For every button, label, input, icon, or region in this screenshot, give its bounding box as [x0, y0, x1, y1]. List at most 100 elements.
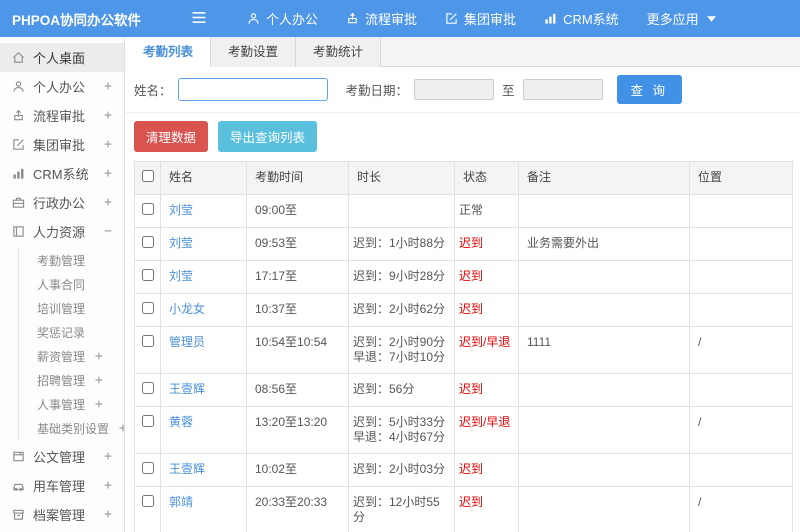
- status-badge: 迟到: [459, 382, 484, 396]
- menu-icon: [191, 11, 207, 27]
- status-badge: 迟到: [459, 236, 484, 250]
- sidebar-subitem[interactable]: 奖惩记录: [19, 320, 124, 344]
- row-checkbox[interactable]: [141, 382, 154, 394]
- table-row: 黄蓉 13:20至13:20 迟到：5小时33分 早退：4小时67分 迟到/早退 /: [134, 406, 793, 454]
- sidebar-item[interactable]: 公文管理 +: [0, 442, 124, 471]
- sidebar-item-label: 集团审批: [33, 138, 86, 153]
- expander-icon[interactable]: +: [95, 397, 103, 412]
- expander-icon[interactable]: +: [119, 421, 124, 436]
- sidebar-item[interactable]: CRM系统 +: [0, 159, 124, 188]
- attendance-time: 17:17至: [246, 260, 349, 294]
- sidebar-item[interactable]: 个人桌面: [0, 43, 124, 72]
- sidebar-subitem-label: 考勤管理: [37, 253, 86, 268]
- export-list-button[interactable]: 导出查询列表: [218, 121, 318, 152]
- sidebar-item[interactable]: 档案管理 +: [0, 500, 124, 529]
- sidebar-subitem[interactable]: 人事管理 +: [19, 392, 124, 416]
- sidebar-item[interactable]: 集团审批 +: [0, 130, 124, 159]
- nav-item[interactable]: 流程审批: [332, 0, 431, 37]
- expander-icon[interactable]: +: [104, 449, 112, 464]
- location: [689, 194, 793, 228]
- date-to-input[interactable]: [522, 79, 603, 100]
- person-icon: [12, 80, 25, 93]
- column-header: 考勤时间: [246, 161, 349, 195]
- sidebar-subitem[interactable]: 考勤管理: [19, 248, 124, 272]
- name-input[interactable]: [177, 78, 328, 101]
- employee-name-link[interactable]: 刘莹: [169, 203, 193, 217]
- nav-item[interactable]: 个人办公: [233, 0, 332, 37]
- row-checkbox[interactable]: [141, 415, 154, 427]
- sidebar-submenu: 考勤管理人事合同培训管理奖惩记录薪资管理 + 招聘管理 + 人事管理 + 基础类别设置 +: [18, 248, 124, 440]
- row-checkbox[interactable]: [141, 335, 154, 347]
- expander-icon[interactable]: +: [104, 195, 112, 210]
- employee-name-link[interactable]: 小龙女: [169, 302, 205, 316]
- expander-icon[interactable]: +: [104, 507, 112, 522]
- row-checkbox[interactable]: [141, 236, 154, 248]
- row-checkbox[interactable]: [141, 462, 154, 474]
- person-icon: [247, 12, 260, 25]
- employee-name-link[interactable]: 刘莹: [169, 236, 193, 250]
- car-icon: [12, 479, 25, 492]
- row-checkbox[interactable]: [141, 269, 154, 281]
- employee-name-link[interactable]: 郭靖: [169, 495, 193, 509]
- expander-icon[interactable]: +: [95, 373, 103, 388]
- sidebar-item[interactable]: 人力资源 −: [0, 217, 124, 246]
- status-badge: 正常: [459, 203, 484, 217]
- search-button[interactable]: 查 询: [616, 75, 683, 104]
- sidebar-subitem[interactable]: 基础类别设置 +: [19, 416, 124, 440]
- caret-down-icon: [706, 15, 716, 22]
- expander-icon[interactable]: +: [104, 166, 112, 181]
- tab-inactive[interactable]: 考勤设置: [211, 37, 297, 67]
- sidebar-subitem[interactable]: 招聘管理 +: [19, 368, 124, 392]
- date-from-input[interactable]: [414, 79, 495, 100]
- expander-icon[interactable]: +: [95, 349, 103, 364]
- remark: [518, 293, 690, 327]
- expander-icon[interactable]: +: [104, 79, 112, 94]
- expander-icon[interactable]: +: [104, 137, 112, 152]
- sidebar-subitem-label: 招聘管理: [37, 373, 86, 388]
- nav-item[interactable]: CRM系统: [530, 0, 633, 37]
- row-checkbox[interactable]: [141, 495, 154, 507]
- sidebar-item[interactable]: 用车管理 +: [0, 471, 124, 500]
- attendance-time: 09:53至: [246, 227, 349, 261]
- employee-name-link[interactable]: 王壹辉: [169, 382, 205, 396]
- nav-item[interactable]: 更多应用: [633, 0, 730, 37]
- archive-icon: [12, 508, 25, 521]
- employee-name-link[interactable]: 黄蓉: [169, 415, 193, 429]
- duration: 迟到：5小时33分 早退：4小时67分: [348, 406, 455, 454]
- sidebar-item[interactable]: 流程审批 +: [0, 101, 124, 130]
- sidebar-subitem[interactable]: 人事合同: [19, 272, 124, 296]
- clean-data-button[interactable]: 清理数据: [134, 121, 209, 152]
- row-checkbox[interactable]: [141, 302, 154, 314]
- column-header: 时长: [348, 161, 455, 195]
- employee-name-link[interactable]: 刘莹: [169, 269, 193, 283]
- sidebar-subitem-label: 人事合同: [37, 277, 86, 292]
- sidebar-item[interactable]: 个人办公 +: [0, 72, 124, 101]
- status-badge: 迟到: [459, 269, 484, 283]
- status-badge: 迟到/早退: [459, 335, 511, 349]
- status-badge: 迟到: [459, 495, 484, 509]
- row-checkbox[interactable]: [141, 203, 154, 215]
- sidebar-item[interactable]: 行政办公 +: [0, 188, 124, 217]
- sidebar-subitem-label: 人事管理: [37, 397, 86, 412]
- employee-name-link[interactable]: 王壹辉: [169, 462, 205, 476]
- nav-item[interactable]: 集团审批: [431, 0, 530, 37]
- employee-name-link[interactable]: 管理员: [169, 335, 205, 349]
- table-row: 刘莹 09:53至 迟到：1小时88分 迟到 业务需要外出: [134, 227, 793, 261]
- header-nav: 个人办公 流程审批 集团审批 CRM系统 更多应用: [233, 0, 730, 37]
- location: /: [689, 486, 793, 532]
- tab-inactive[interactable]: 考勤统计: [296, 37, 382, 67]
- status-badge: 迟到: [459, 462, 484, 476]
- select-all-checkbox[interactable]: [141, 170, 154, 182]
- duration: 迟到：56分: [348, 373, 455, 407]
- main-content: 考勤列表 考勤设置 考勤统计 姓名： 考勤日期： 至 查 询 清理数据 导出查询列表…: [126, 37, 800, 532]
- expander-icon[interactable]: +: [104, 108, 112, 123]
- expander-icon[interactable]: +: [104, 478, 112, 493]
- tab-active[interactable]: 考勤列表: [126, 37, 212, 67]
- sidebar-subitem[interactable]: 薪资管理 +: [19, 344, 124, 368]
- expander-icon[interactable]: −: [104, 224, 112, 239]
- remark: [518, 260, 690, 294]
- menu-toggle-button[interactable]: [191, 11, 207, 27]
- sidebar-subitem[interactable]: 培训管理: [19, 296, 124, 320]
- remark: 1111: [518, 326, 690, 374]
- chart-icon: [12, 167, 25, 180]
